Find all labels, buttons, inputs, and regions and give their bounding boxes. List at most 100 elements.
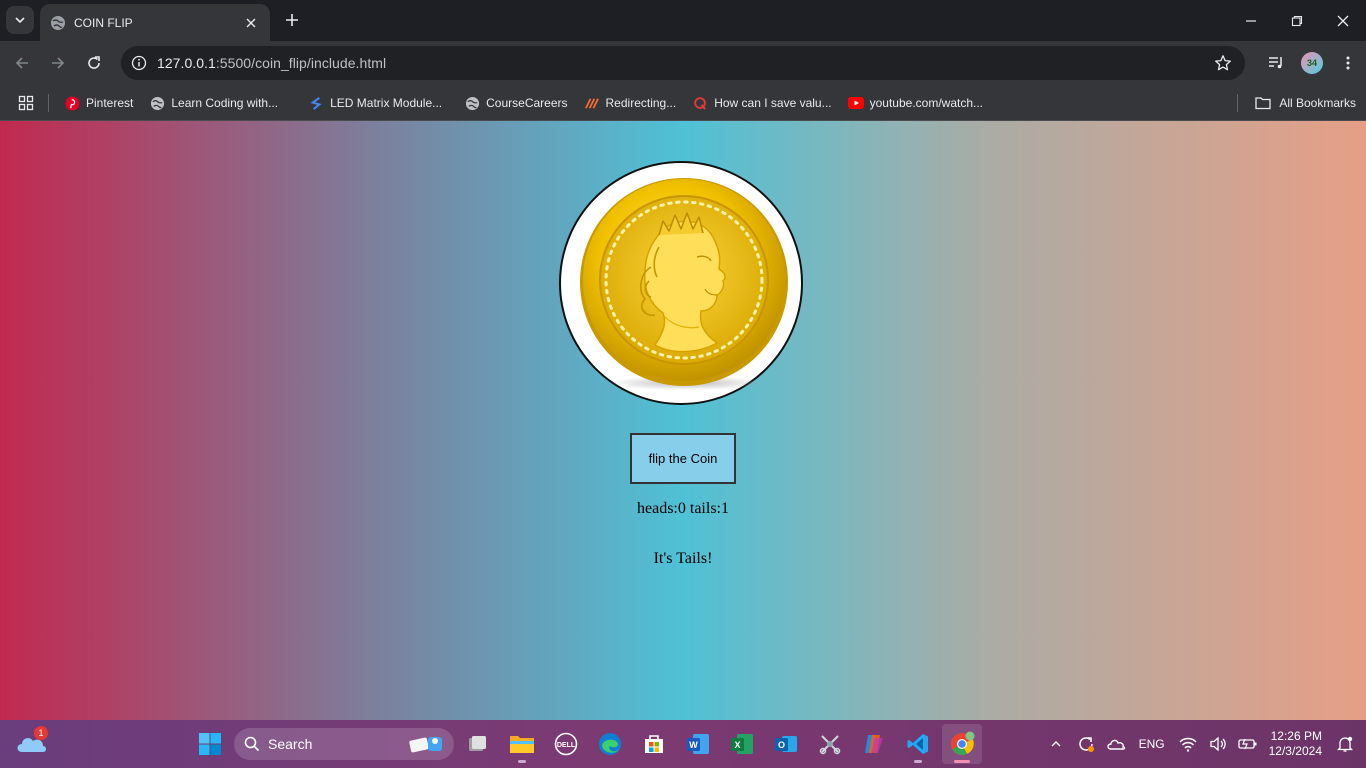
wifi-button[interactable] xyxy=(1173,729,1203,759)
network-cloud-icon xyxy=(1106,739,1125,750)
bookmark-redirecting[interactable]: Redirecting... xyxy=(578,89,683,117)
back-button[interactable] xyxy=(10,51,34,75)
sync-tray-button[interactable] xyxy=(1071,729,1101,759)
coin-image xyxy=(580,178,788,390)
bookmark-pinterest[interactable]: Pinterest xyxy=(58,89,139,117)
battery-button[interactable] xyxy=(1233,729,1263,759)
bell-icon xyxy=(1336,736,1354,752)
outlook-app[interactable]: O xyxy=(766,724,806,764)
snipping-app[interactable] xyxy=(810,724,850,764)
menu-button[interactable] xyxy=(1330,49,1366,77)
copilot-app[interactable] xyxy=(854,724,894,764)
chevron-up-icon xyxy=(1051,741,1061,747)
close-tab-icon[interactable] xyxy=(242,14,260,32)
running-indicator xyxy=(914,760,922,763)
plus-icon xyxy=(286,14,298,26)
folder-icon xyxy=(1255,96,1271,110)
vscode-app[interactable] xyxy=(898,724,938,764)
language-indicator[interactable]: ENG xyxy=(1131,737,1173,751)
svg-text:X: X xyxy=(734,740,740,750)
taskbar-search[interactable]: Search xyxy=(234,728,454,760)
running-indicator xyxy=(518,760,526,763)
bookmark-led-matrix[interactable]: LED Matrix Module... xyxy=(302,89,448,117)
store-icon xyxy=(645,735,663,753)
forward-arrow-icon xyxy=(52,57,65,69)
close-icon xyxy=(1337,15,1349,26)
bookmark-learn-coding[interactable]: Learn Coding with... xyxy=(143,89,284,117)
bookmark-quora[interactable]: How can I save valu... xyxy=(686,89,837,117)
toolbar-right: 34 xyxy=(1258,49,1366,77)
chevron-down-icon xyxy=(15,17,25,24)
weather-widget[interactable]: 1 xyxy=(14,726,50,760)
word-icon: W xyxy=(687,734,709,754)
windows-start-icon xyxy=(199,733,221,755)
outlook-icon: O xyxy=(775,736,797,752)
snipping-icon xyxy=(819,735,841,755)
bookmark-star-icon[interactable] xyxy=(1211,51,1235,75)
volume-button[interactable] xyxy=(1203,729,1233,759)
flip-coin-button[interactable]: flip the Coin xyxy=(630,433,736,484)
forward-button[interactable] xyxy=(46,51,70,75)
word-app[interactable]: W xyxy=(678,724,718,764)
dell-app[interactable]: DELL xyxy=(546,724,586,764)
chrome-icon xyxy=(951,731,975,755)
tab-strip: COIN FLIP xyxy=(0,0,1366,41)
search-icon xyxy=(244,736,260,752)
bookmark-label: Pinterest xyxy=(86,96,134,110)
chrome-app[interactable] xyxy=(942,724,982,764)
notification-badge: 1 xyxy=(34,726,48,740)
dell-icon: DELL xyxy=(554,732,578,756)
excel-app[interactable]: X xyxy=(722,724,762,764)
notifications-button[interactable] xyxy=(1330,729,1360,759)
all-bookmarks-label: All Bookmarks xyxy=(1279,96,1356,110)
address-bar[interactable]: 127.0.0.1:5500/coin_flip/include.html xyxy=(121,46,1245,80)
cloud-tray-button[interactable] xyxy=(1101,729,1131,759)
avatar: 34 xyxy=(1301,52,1323,74)
bookmark-coursecareers[interactable]: CourseCareers xyxy=(458,89,573,117)
tab-search-button[interactable] xyxy=(6,6,34,34)
minimize-button[interactable] xyxy=(1228,0,1274,41)
clock-time: 12:26 PM xyxy=(1270,729,1322,743)
quora-icon xyxy=(692,95,708,111)
score-text: heads:0 tails:1 xyxy=(637,500,729,517)
media-queue-icon xyxy=(1269,57,1282,69)
new-tab-button[interactable] xyxy=(280,8,304,32)
clock-date: 12/3/2024 xyxy=(1268,744,1322,758)
file-explorer-app[interactable] xyxy=(502,724,542,764)
task-view-app[interactable] xyxy=(458,724,498,764)
bookmark-label: How can I save valu... xyxy=(714,96,832,110)
bookmark-label: Learn Coding with... xyxy=(171,96,279,110)
bookmarks-divider xyxy=(1237,94,1238,112)
globe-icon xyxy=(50,15,66,31)
reload-icon xyxy=(88,56,100,69)
apps-button[interactable] xyxy=(16,93,36,113)
restore-button[interactable] xyxy=(1274,0,1320,41)
browser-toolbar: 127.0.0.1:5500/coin_flip/include.html 34 xyxy=(0,41,1366,85)
back-arrow-icon xyxy=(15,57,28,69)
svg-text:DELL: DELL xyxy=(557,742,576,749)
store-app[interactable] xyxy=(634,724,674,764)
coin-container xyxy=(559,161,803,405)
url-text[interactable]: 127.0.0.1:5500/coin_flip/include.html xyxy=(157,55,1211,71)
bookmark-label: CourseCareers xyxy=(486,96,568,110)
media-control-button[interactable] xyxy=(1258,49,1294,77)
close-window-button[interactable] xyxy=(1320,0,1366,41)
restore-icon xyxy=(1291,15,1303,26)
window-controls xyxy=(1228,0,1366,41)
show-hidden-icons-button[interactable] xyxy=(1041,729,1071,759)
site-info-icon[interactable] xyxy=(129,53,149,73)
tab-coin-flip[interactable]: COIN FLIP xyxy=(40,4,270,41)
start-button[interactable] xyxy=(190,724,230,764)
reload-button[interactable] xyxy=(82,51,106,75)
profile-button[interactable]: 34 xyxy=(1294,49,1330,77)
clock[interactable]: 12:26 PM 12/3/2024 xyxy=(1263,729,1330,759)
search-label: Search xyxy=(268,736,313,752)
result-text: It's Tails! xyxy=(653,550,713,567)
all-bookmarks-button[interactable]: All Bookmarks xyxy=(1255,85,1356,121)
edge-app[interactable] xyxy=(590,724,630,764)
taskbar: 1 Search DELL W X O ENG 12:26 PM 12/3/20… xyxy=(0,720,1366,768)
bookmarks-bar: Pinterest Learn Coding with... LED Matri… xyxy=(0,85,1366,121)
url-path: :5500/coin_flip/include.html xyxy=(215,55,387,71)
bookmark-youtube[interactable]: youtube.com/watch... xyxy=(842,89,989,117)
orange-slash-icon xyxy=(584,95,600,111)
